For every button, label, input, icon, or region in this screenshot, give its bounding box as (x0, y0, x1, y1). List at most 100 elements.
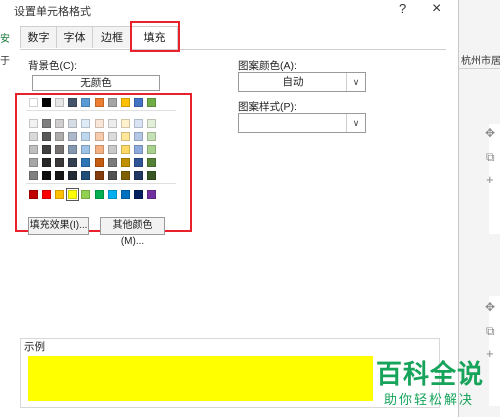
color-swatch[interactable] (95, 171, 104, 180)
color-swatch[interactable] (29, 190, 38, 199)
color-swatch[interactable] (81, 145, 90, 154)
color-swatch[interactable] (42, 98, 51, 107)
color-swatch[interactable] (134, 171, 143, 180)
color-swatch[interactable] (55, 119, 64, 128)
color-swatch[interactable] (55, 190, 64, 199)
color-swatch[interactable] (42, 158, 51, 167)
color-swatch[interactable] (134, 190, 143, 199)
color-swatch[interactable] (81, 171, 90, 180)
divider (20, 49, 446, 50)
color-swatch[interactable] (121, 145, 130, 154)
color-swatch[interactable] (147, 98, 156, 107)
color-swatch[interactable] (108, 132, 117, 141)
color-swatch[interactable] (55, 171, 64, 180)
color-swatch[interactable] (29, 145, 38, 154)
move-icon: ✥ (485, 126, 496, 140)
color-swatch[interactable] (68, 132, 77, 141)
pattern-style-select[interactable]: ∨ (238, 113, 366, 133)
color-swatch[interactable] (134, 98, 143, 107)
more-colors-button[interactable]: 其他颜色(M)... (100, 217, 165, 247)
color-swatch[interactable] (108, 145, 117, 154)
color-swatch[interactable] (95, 119, 104, 128)
color-swatch[interactable] (29, 158, 38, 167)
color-swatch[interactable] (81, 190, 90, 199)
color-swatch[interactable] (108, 119, 117, 128)
color-swatch[interactable] (55, 132, 64, 141)
color-swatch[interactable] (42, 119, 51, 128)
color-swatch[interactable] (121, 132, 130, 141)
color-swatch[interactable] (95, 145, 104, 154)
pattern-color-label: 图案颜色(A): (238, 60, 297, 72)
color-swatch[interactable] (95, 190, 104, 199)
no-color-button[interactable]: 无颜色 (32, 75, 160, 91)
color-swatch[interactable] (95, 158, 104, 167)
background-text: 于 (0, 56, 10, 67)
color-swatch[interactable] (95, 98, 104, 107)
close-button[interactable]: × (432, 0, 441, 18)
divider (26, 110, 176, 111)
color-swatch[interactable] (29, 171, 38, 180)
color-swatch[interactable] (134, 158, 143, 167)
color-swatch[interactable] (147, 158, 156, 167)
tab-font[interactable]: 字体 (56, 26, 93, 48)
color-swatch[interactable] (68, 98, 77, 107)
color-swatch[interactable] (68, 158, 77, 167)
copy-icon: ⧉ (486, 150, 495, 164)
color-swatch[interactable] (108, 171, 117, 180)
color-swatch[interactable] (147, 132, 156, 141)
color-swatch[interactable] (134, 145, 143, 154)
pattern-color-value: 自动 (282, 76, 304, 88)
color-swatch[interactable] (42, 190, 51, 199)
color-swatch-selected[interactable] (66, 188, 79, 201)
color-swatch[interactable] (55, 158, 64, 167)
background-text: 安 (0, 34, 10, 45)
color-swatch[interactable] (108, 98, 117, 107)
color-swatch[interactable] (55, 98, 64, 107)
color-swatch[interactable] (68, 145, 77, 154)
color-swatch[interactable] (81, 119, 90, 128)
color-swatch[interactable] (134, 132, 143, 141)
chevron-down-icon: ∨ (346, 73, 365, 91)
color-swatch[interactable] (42, 145, 51, 154)
background-column-header: 杭州市居住 (461, 56, 500, 67)
pattern-color-select[interactable]: 自动 ∨ (238, 72, 366, 92)
help-button[interactable]: ? (399, 1, 406, 16)
color-swatch[interactable] (134, 119, 143, 128)
color-swatch[interactable] (108, 158, 117, 167)
color-swatch[interactable] (68, 171, 77, 180)
color-swatch[interactable] (29, 132, 38, 141)
color-swatch[interactable] (147, 119, 156, 128)
color-swatch[interactable] (147, 190, 156, 199)
divider (26, 183, 176, 184)
color-swatch[interactable] (95, 132, 104, 141)
tab-border[interactable]: 边框 (92, 26, 132, 48)
add-icon: + (486, 346, 494, 361)
color-swatch[interactable] (121, 119, 130, 128)
color-swatch[interactable] (42, 132, 51, 141)
color-swatch[interactable] (81, 98, 90, 107)
color-swatch[interactable] (29, 98, 38, 107)
color-swatch[interactable] (81, 158, 90, 167)
color-swatch[interactable] (147, 145, 156, 154)
watermark-subtitle: 助你轻松解决 (384, 392, 475, 407)
color-swatch[interactable] (42, 171, 51, 180)
color-swatch[interactable] (29, 119, 38, 128)
color-swatch[interactable] (121, 98, 130, 107)
copy-icon: ⧉ (486, 324, 495, 338)
background-color-label: 背景色(C): (28, 60, 77, 72)
tab-highlight-box (130, 21, 180, 52)
sample-preview (28, 356, 373, 401)
color-swatch[interactable] (121, 190, 130, 199)
pattern-style-label: 图案样式(P): (238, 101, 297, 113)
fill-effects-button[interactable]: 填充效果(I)... (28, 217, 89, 235)
color-swatch[interactable] (108, 190, 117, 199)
color-swatch[interactable] (121, 171, 130, 180)
add-icon: + (486, 172, 494, 187)
color-swatch[interactable] (55, 145, 64, 154)
color-swatch[interactable] (121, 158, 130, 167)
color-swatch[interactable] (147, 171, 156, 180)
color-swatch[interactable] (81, 132, 90, 141)
chevron-down-icon: ∨ (346, 114, 365, 132)
color-swatch[interactable] (68, 119, 77, 128)
tab-number[interactable]: 数字 (20, 26, 57, 48)
